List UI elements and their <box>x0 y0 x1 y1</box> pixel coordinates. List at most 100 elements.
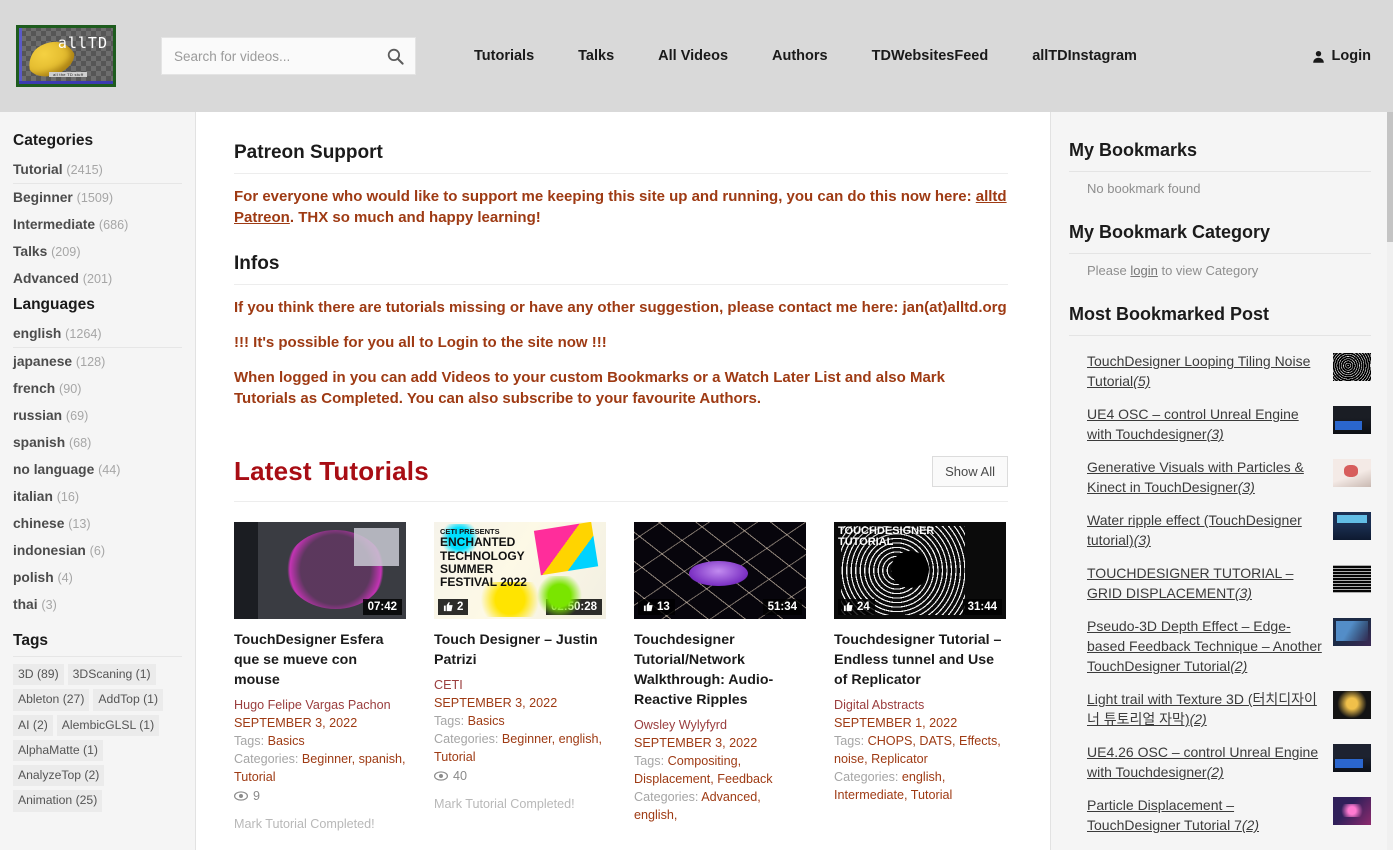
sidebar-item-russian[interactable]: russian (69) <box>13 402 182 429</box>
list-item[interactable]: TouchDesigner Looping Tiling Noise Tutor… <box>1087 345 1371 398</box>
sidebar-item-no-language[interactable]: no language (44) <box>13 456 182 483</box>
sidebar-item-spanish[interactable]: spanish (68) <box>13 429 182 456</box>
list-item[interactable]: Pseudo-3D Depth Effect – Edge-based Feed… <box>1087 610 1371 683</box>
bookmark-link[interactable]: Particle Displacement – TouchDesigner Tu… <box>1087 795 1323 835</box>
sidebar-item-french[interactable]: french (90) <box>13 375 182 402</box>
bookmark-link[interactable]: UE4.26 OSC – control Unreal Engine with … <box>1087 742 1323 782</box>
tag-chip[interactable]: Ableton (27) <box>13 689 90 711</box>
bookmark-link[interactable]: UE4 OSC – control Unreal Engine with Tou… <box>1087 404 1323 444</box>
bookmark-link[interactable]: Water ripple effect (TouchDesigner tutor… <box>1087 510 1323 550</box>
nav-item-all-videos[interactable]: All Videos <box>636 48 750 64</box>
nav-item-talks[interactable]: Talks <box>556 48 636 64</box>
language-link[interactable]: no language <box>13 462 94 477</box>
tutorial-card[interactable]: 07:42 TouchDesigner Esfera que se mueve … <box>234 521 406 831</box>
tag-chip[interactable]: AI (2) <box>13 714 53 736</box>
bookmark-thumbnail[interactable] <box>1333 797 1371 826</box>
category-link[interactable]: Talks <box>13 244 47 259</box>
sidebar-item-tutorial[interactable]: Tutorial (2415) <box>13 156 182 184</box>
sidebar-item-japanese[interactable]: japanese (128) <box>13 348 182 375</box>
nav-item-tdwebsitesfeed[interactable]: TDWebsitesFeed <box>850 48 1011 64</box>
bookmark-thumbnail[interactable] <box>1333 691 1371 720</box>
bookmark-thumbnail[interactable] <box>1333 459 1371 488</box>
list-item[interactable]: Generative Visuals with Particles & Kine… <box>1087 451 1371 504</box>
search-input[interactable] <box>162 38 375 74</box>
sidebar-item-intermediate[interactable]: Intermediate (686) <box>13 211 182 238</box>
tag-chip[interactable]: AddTop (1) <box>93 689 164 711</box>
list-item[interactable]: Water ripple effect (TouchDesigner tutor… <box>1087 504 1371 557</box>
language-link[interactable]: thai <box>13 597 38 612</box>
video-thumbnail[interactable]: 13 51:34 <box>634 521 806 619</box>
nav-item-authors[interactable]: Authors <box>750 48 850 64</box>
video-thumbnail[interactable]: TOUCHDESIGNER TUTORIAL 24 31:44 <box>834 521 1006 619</box>
show-all-button[interactable]: Show All <box>932 455 1008 487</box>
language-link[interactable]: english <box>13 326 61 341</box>
bookmark-link[interactable]: Generative Visuals with Particles & Kine… <box>1087 457 1323 497</box>
search-button[interactable] <box>375 38 415 74</box>
sidebar-item-italian[interactable]: italian (16) <box>13 483 182 510</box>
language-link[interactable]: chinese <box>13 516 64 531</box>
language-link[interactable]: japanese <box>13 354 72 369</box>
bookmark-link[interactable]: Pseudo-3D Depth Effect – Edge-based Feed… <box>1087 616 1323 676</box>
search-box[interactable] <box>161 37 416 75</box>
bookmark-thumbnail[interactable] <box>1333 353 1371 381</box>
bookmark-thumbnail[interactable] <box>1333 744 1371 773</box>
card-tags[interactable]: Basics <box>468 714 505 728</box>
video-thumbnail[interactable]: 07:42 <box>234 521 406 619</box>
card-author[interactable]: Owsley Wylyfyrd <box>634 716 806 734</box>
bookmark-thumbnail[interactable] <box>1333 512 1371 541</box>
tag-chip[interactable]: AnalyzeTop (2) <box>13 765 105 787</box>
card-author[interactable]: CETI <box>434 676 606 694</box>
sidebar-item-beginner[interactable]: Beginner (1509) <box>13 184 182 211</box>
card-author[interactable]: Hugo Felipe Vargas Pachon <box>234 696 406 714</box>
list-item[interactable]: Light trail with Texture 3D (터치디자이너 튜토리얼… <box>1087 683 1371 736</box>
language-link[interactable]: italian <box>13 489 53 504</box>
language-link[interactable]: russian <box>13 408 62 423</box>
tag-chip[interactable]: AlphaMatte (1) <box>13 739 103 761</box>
bookmark-thumbnail[interactable] <box>1333 565 1371 594</box>
tutorial-card[interactable]: TOUCHDESIGNER TUTORIAL 24 31:44 Touchdesi… <box>834 521 1006 831</box>
nav-item-alltdinstagram[interactable]: allTDInstagram <box>1010 48 1159 64</box>
sidebar-item-talks[interactable]: Talks (209) <box>13 238 182 265</box>
scrollbar-thumb[interactable] <box>1387 112 1393 242</box>
list-item[interactable]: UE4.26 OSC – control Unreal Engine with … <box>1087 736 1371 789</box>
list-item[interactable]: TOUCHDESIGNER TUTORIAL – GRID DISPLACEME… <box>1087 557 1371 610</box>
category-link[interactable]: Intermediate <box>13 217 95 232</box>
page-scrollbar[interactable] <box>1387 112 1393 850</box>
tutorial-card[interactable]: 13 51:34 Touchdesigner Tutorial/Network … <box>634 521 806 831</box>
language-link[interactable]: french <box>13 381 55 396</box>
list-item[interactable]: UE4 OSC – control Unreal Engine with Tou… <box>1087 398 1371 451</box>
sidebar-item-thai[interactable]: thai (3) <box>13 591 182 618</box>
sidebar-item-indonesian[interactable]: indonesian (6) <box>13 537 182 564</box>
card-title[interactable]: TouchDesigner Esfera que se mueve con mo… <box>234 630 406 690</box>
sidebar-item-advanced[interactable]: Advanced (201) <box>13 265 182 292</box>
card-title[interactable]: Touchdesigner Tutorial – Endless tunnel … <box>834 630 1006 690</box>
login-link[interactable]: login <box>1130 263 1157 278</box>
card-title[interactable]: Touch Designer – Justin Patrizi <box>434 630 606 670</box>
list-item[interactable]: TOUCHDESIGNER TUTORIAL – <box>1087 842 1371 850</box>
language-link[interactable]: indonesian <box>13 543 86 558</box>
tag-chip[interactable]: 3DScaning (1) <box>67 664 156 686</box>
video-thumbnail[interactable]: CETI PRESENTS ENCHANTED TECHNOLOGY SUMME… <box>434 521 606 619</box>
tutorial-card[interactable]: CETI PRESENTS ENCHANTED TECHNOLOGY SUMME… <box>434 521 606 831</box>
login-button[interactable]: Login <box>1311 48 1371 64</box>
mark-tutorial-completed[interactable]: Mark Tutorial Completed! <box>434 797 606 811</box>
language-link[interactable]: polish <box>13 570 54 585</box>
tag-chip[interactable]: 3D (89) <box>13 664 64 686</box>
site-logo[interactable]: allTD all the TD stuff <box>16 25 116 87</box>
mark-tutorial-completed[interactable]: Mark Tutorial Completed! <box>234 817 406 831</box>
tag-chip[interactable]: Animation (25) <box>13 790 103 812</box>
bookmark-thumbnail[interactable] <box>1333 406 1371 435</box>
category-link[interactable]: Beginner <box>13 190 73 205</box>
language-link[interactable]: spanish <box>13 435 65 450</box>
bookmark-link[interactable]: Light trail with Texture 3D (터치디자이너 튜토리얼… <box>1087 689 1323 729</box>
bookmark-link[interactable]: TOUCHDESIGNER TUTORIAL – GRID DISPLACEME… <box>1087 563 1323 603</box>
bookmark-thumbnail[interactable] <box>1333 618 1371 647</box>
bookmark-link[interactable]: TouchDesigner Looping Tiling Noise Tutor… <box>1087 351 1323 391</box>
card-tags[interactable]: Basics <box>268 734 305 748</box>
card-author[interactable]: Digital Abstracts <box>834 696 1006 714</box>
nav-item-tutorials[interactable]: Tutorials <box>452 48 556 64</box>
sidebar-item-polish[interactable]: polish (4) <box>13 564 182 591</box>
category-link[interactable]: Advanced <box>13 271 79 286</box>
card-title[interactable]: Touchdesigner Tutorial/Network Walkthrou… <box>634 630 806 711</box>
category-link[interactable]: Tutorial <box>13 162 63 177</box>
